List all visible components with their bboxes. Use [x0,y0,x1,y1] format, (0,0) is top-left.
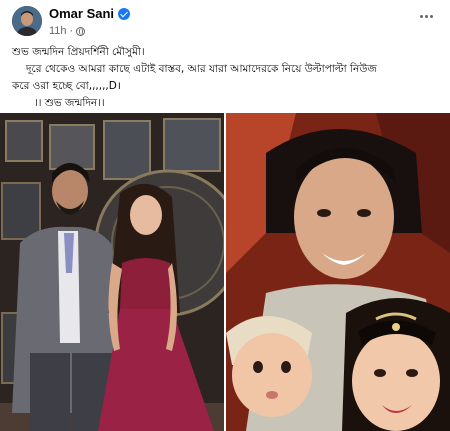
post-text: শুভ জন্মদিন প্রিয়দর্শিনী মৌসুমী। দূরে থ… [12,44,440,112]
more-options-icon[interactable] [414,6,438,26]
post-text-line-2: দূরে থেকেও আমরা কাছে এটাই বাস্তব, আর যার… [26,63,377,75]
post-text-line-1: শুভ জন্মদিন প্রিয়দর্শিনী মৌসুমী। [12,46,145,58]
avatar[interactable] [12,6,42,36]
photo-couple[interactable] [0,113,224,431]
meta-separator: · [69,25,74,37]
verified-badge-icon [118,7,131,20]
post-header: Omar Sani 11h · [0,0,450,42]
post-meta: 11h · [49,25,86,37]
post-photos [0,113,450,431]
post-text-line-3: করে ওরা হচ্ছে বো,,,,,,D। [12,80,121,92]
globe-icon[interactable] [76,26,86,36]
author-name[interactable]: Omar Sani [49,6,131,21]
author-name-text[interactable]: Omar Sani [49,6,114,21]
post-timestamp[interactable]: 11h [49,25,67,37]
post-text-line-4: ।। শুভ জন্মদিন।। [34,97,105,109]
photo-family-collage[interactable] [226,113,450,431]
